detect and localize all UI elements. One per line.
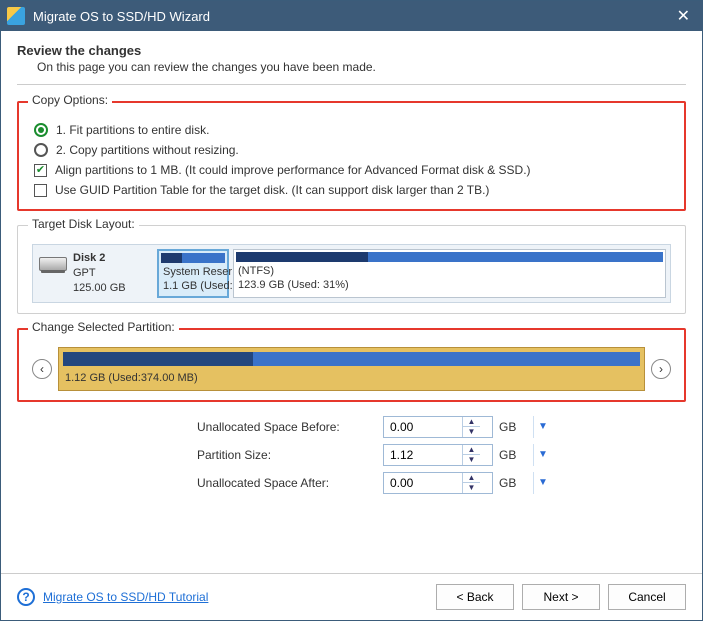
- copy-options-group: Copy Options: 1. Fit partitions to entir…: [17, 101, 686, 211]
- partition-used-segment: [63, 352, 253, 366]
- size-spinner[interactable]: ▲▼: [383, 472, 493, 494]
- page-title: Review the changes: [17, 43, 686, 58]
- size-label: Unallocated Space After:: [197, 476, 377, 490]
- next-partition-button[interactable]: ›: [651, 359, 671, 379]
- size-label: Partition Size:: [197, 448, 377, 462]
- size-spinner[interactable]: ▲▼: [383, 444, 493, 466]
- content-area: Review the changes On this page you can …: [1, 31, 702, 573]
- disk-text: Disk 2 GPT 125.00 GB: [73, 251, 126, 296]
- next-button[interactable]: Next >: [522, 584, 600, 610]
- partition-used: [236, 252, 368, 262]
- partition-box[interactable]: (NTFS)123.9 GB (Used: 31%): [233, 249, 666, 298]
- size-unit: GB: [499, 448, 527, 462]
- unit-dropdown-icon[interactable]: ▼: [533, 444, 557, 466]
- cancel-button[interactable]: Cancel: [608, 584, 686, 610]
- size-unit: GB: [499, 476, 527, 490]
- spinner-arrows[interactable]: ▲▼: [462, 445, 480, 465]
- spinner-down-icon[interactable]: ▼: [463, 427, 480, 437]
- checkbox-label: Use GUID Partition Table for the target …: [55, 183, 489, 197]
- partition-container: System Reser1.1 GB (Used:(NTFS)123.9 GB …: [157, 249, 666, 298]
- disk-size: 125.00 GB: [73, 281, 126, 296]
- size-input[interactable]: [384, 417, 462, 437]
- target-layout-legend: Target Disk Layout:: [28, 217, 139, 231]
- disk-type: GPT: [73, 266, 126, 281]
- disk-layout: Disk 2 GPT 125.00 GB System Reser1.1 GB …: [32, 244, 671, 303]
- spinner-up-icon[interactable]: ▲: [463, 473, 480, 484]
- size-unit: GB: [499, 420, 527, 434]
- change-selected-partition-group: Change Selected Partition: ‹ 1.12 GB (Us…: [17, 328, 686, 402]
- copy-options-legend: Copy Options:: [28, 93, 112, 107]
- spinner-up-icon[interactable]: ▲: [463, 417, 480, 428]
- checkbox-icon: [34, 184, 47, 197]
- spinner-arrows[interactable]: ▲▼: [462, 417, 480, 437]
- title-bar: Migrate OS to SSD/HD Wizard ✕: [1, 1, 702, 31]
- radio-label: 1. Fit partitions to entire disk.: [56, 123, 209, 137]
- radio-fit-partitions[interactable]: 1. Fit partitions to entire disk.: [32, 120, 671, 140]
- radio-copy-without-resize[interactable]: 2. Copy partitions without resizing.: [32, 140, 671, 160]
- size-label: Unallocated Space Before:: [197, 420, 377, 434]
- selected-partition-box[interactable]: 1.12 GB (Used:374.00 MB): [58, 347, 645, 391]
- checkbox-icon: ✔: [34, 164, 47, 177]
- partition-sublabel: 1.1 GB (Used:: [159, 279, 227, 293]
- app-icon: [7, 7, 25, 25]
- partition-sublabel: 123.9 GB (Used: 31%): [234, 278, 665, 292]
- checkbox-guid-partition[interactable]: Use GUID Partition Table for the target …: [32, 180, 671, 200]
- back-button[interactable]: < Back: [436, 584, 514, 610]
- partition-label: (NTFS): [234, 264, 665, 278]
- size-input[interactable]: [384, 445, 462, 465]
- checkbox-align-partitions[interactable]: ✔ Align partitions to 1 MB. (It could im…: [32, 160, 671, 180]
- disk-name: Disk 2: [73, 251, 126, 266]
- partition-box[interactable]: System Reser1.1 GB (Used:: [157, 249, 229, 298]
- change-partition-row: ‹ 1.12 GB (Used:374.00 MB) ›: [32, 347, 671, 391]
- close-icon[interactable]: ✕: [671, 4, 696, 28]
- spinner-up-icon[interactable]: ▲: [463, 445, 480, 456]
- spinner-down-icon[interactable]: ▼: [463, 483, 480, 493]
- help-icon[interactable]: ?: [17, 588, 35, 606]
- selected-partition-label: 1.12 GB (Used:374.00 MB): [63, 372, 640, 384]
- radio-label: 2. Copy partitions without resizing.: [56, 143, 239, 157]
- size-grid: Unallocated Space Before:▲▼GB▼Partition …: [197, 416, 686, 494]
- partition-label: System Reser: [159, 265, 227, 279]
- unit-dropdown-icon[interactable]: ▼: [533, 472, 557, 494]
- partition-used: [161, 253, 182, 263]
- footer: ? Migrate OS to SSD/HD Tutorial < Back N…: [1, 573, 702, 620]
- unit-dropdown-icon[interactable]: ▼: [533, 416, 557, 438]
- disk-icon: [39, 257, 67, 271]
- spinner-arrows[interactable]: ▲▼: [462, 473, 480, 493]
- divider: [17, 84, 686, 85]
- window-title: Migrate OS to SSD/HD Wizard: [33, 9, 671, 24]
- partition-bar: [236, 252, 663, 262]
- checkbox-label: Align partitions to 1 MB. (It could impr…: [55, 163, 531, 177]
- tutorial-link[interactable]: Migrate OS to SSD/HD Tutorial: [43, 590, 208, 604]
- size-input[interactable]: [384, 473, 462, 493]
- spinner-down-icon[interactable]: ▼: [463, 455, 480, 465]
- partition-usage-bar: [63, 352, 640, 366]
- disk-info: Disk 2 GPT 125.00 GB: [37, 249, 147, 298]
- size-spinner[interactable]: ▲▼: [383, 416, 493, 438]
- partition-bar: [161, 253, 225, 263]
- prev-partition-button[interactable]: ‹: [32, 359, 52, 379]
- change-partition-legend: Change Selected Partition:: [28, 320, 179, 334]
- radio-icon: [34, 123, 48, 137]
- page-subtitle: On this page you can review the changes …: [37, 60, 686, 74]
- target-disk-layout-group: Target Disk Layout: Disk 2 GPT 125.00 GB…: [17, 225, 686, 314]
- radio-icon: [34, 143, 48, 157]
